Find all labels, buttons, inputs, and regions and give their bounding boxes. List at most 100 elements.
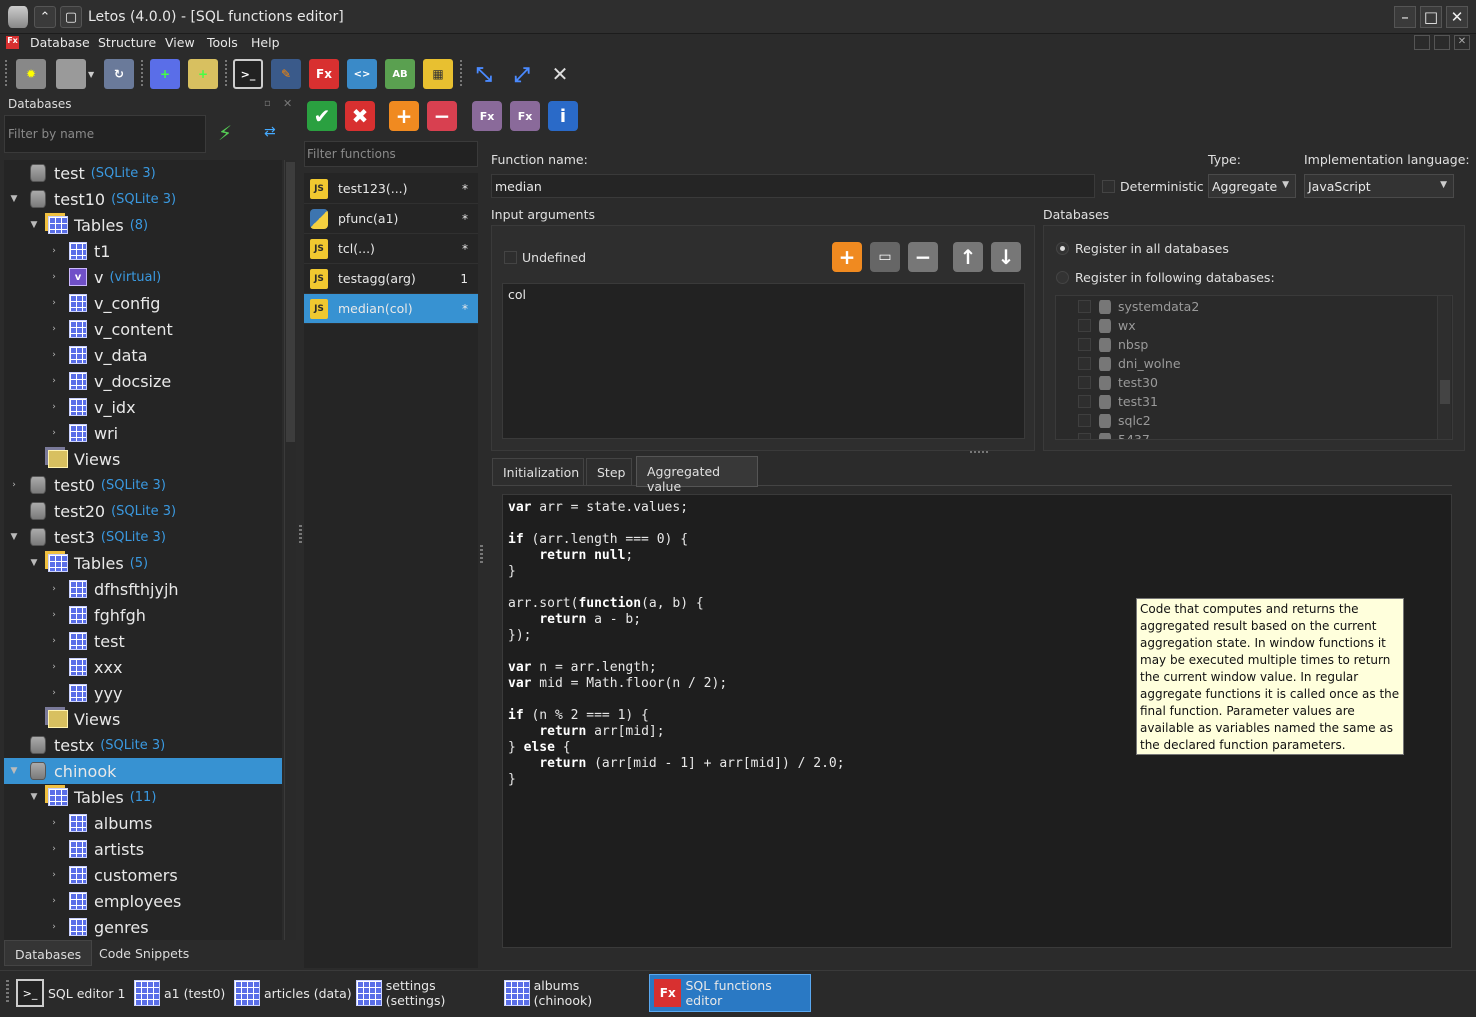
- taskbar-item[interactable]: settings (settings): [352, 974, 498, 1012]
- scrollbar-thumb[interactable]: [286, 162, 295, 442]
- mdi-close-button[interactable]: ✕: [1454, 35, 1470, 50]
- database-checkbox[interactable]: [1078, 300, 1091, 313]
- tree-item-tables[interactable]: ▼ Tables (8): [4, 212, 282, 238]
- maximize-button[interactable]: □: [1420, 6, 1442, 28]
- database-checkbox[interactable]: [1078, 433, 1091, 439]
- tree-item-table[interactable]: › dfhsfthjyjh: [4, 576, 282, 602]
- refresh-db-icon[interactable]: ↻: [104, 59, 134, 89]
- edit-argument-icon[interactable]: ▭: [870, 242, 900, 272]
- database-checklist-item[interactable]: wx: [1056, 318, 1136, 333]
- chevron-right-icon[interactable]: ›: [48, 246, 60, 256]
- move-up-icon[interactable]: ↑: [953, 242, 983, 272]
- splitter-handle[interactable]: [480, 545, 483, 565]
- tree-item-table[interactable]: › genres: [4, 914, 282, 940]
- tree-item-tables[interactable]: ▼ Tables (11): [4, 784, 282, 810]
- chevron-right-icon[interactable]: ›: [48, 376, 60, 386]
- tree-item-db[interactable]: › test0 (SQLite 3): [4, 472, 282, 498]
- chevron-down-icon[interactable]: ▼: [28, 792, 40, 802]
- chevron-right-icon[interactable]: ›: [8, 480, 20, 490]
- splitter-handle[interactable]: [299, 525, 302, 545]
- database-checkbox[interactable]: [1078, 319, 1091, 332]
- chevron-down-icon[interactable]: ▼: [8, 532, 20, 542]
- add-index-icon[interactable]: +: [188, 59, 218, 89]
- tree-item-table[interactable]: › customers: [4, 862, 282, 888]
- menu-database[interactable]: Database: [30, 35, 90, 50]
- add-function-icon[interactable]: +: [389, 101, 419, 131]
- function-name-input[interactable]: median: [491, 174, 1095, 198]
- commit-icon[interactable]: ✔: [307, 101, 337, 131]
- chevron-down-icon[interactable]: ▼: [28, 558, 40, 568]
- tab-aggregated-value[interactable]: Aggregated value: [636, 456, 758, 494]
- tree-item-table[interactable]: › employees: [4, 888, 282, 914]
- function-list-item[interactable]: JS median(col) *: [304, 294, 478, 324]
- chevron-down-icon[interactable]: ▼: [28, 220, 40, 230]
- chevron-right-icon[interactable]: ›: [48, 662, 60, 672]
- function-list-item[interactable]: JS test123(...) *: [304, 174, 478, 204]
- scrollbar-thumb[interactable]: [1440, 380, 1450, 404]
- tree-item-db[interactable]: test (SQLite 3): [4, 160, 282, 186]
- chevron-up-icon[interactable]: ⌃: [34, 6, 56, 28]
- chevron-down-icon[interactable]: ▼: [8, 194, 20, 204]
- tree-item-db[interactable]: test20 (SQLite 3): [4, 498, 282, 524]
- close-button[interactable]: ✕: [1446, 6, 1468, 28]
- tree-item-table[interactable]: › xxx: [4, 654, 282, 680]
- tree-item-view[interactable]: › v v (virtual): [4, 264, 282, 290]
- taskbar-item[interactable]: articles (data): [230, 974, 352, 1012]
- database-checklist-item[interactable]: sqlc2: [1056, 413, 1151, 428]
- database-checklist-item[interactable]: nbsp: [1056, 337, 1148, 352]
- delete-function-icon[interactable]: −: [427, 101, 457, 131]
- chevron-right-icon[interactable]: ›: [48, 922, 60, 932]
- calendar-icon[interactable]: ▦: [423, 59, 453, 89]
- database-checkbox[interactable]: [1078, 414, 1091, 427]
- database-checklist-item[interactable]: test31: [1056, 394, 1158, 409]
- database-checkbox[interactable]: [1078, 376, 1091, 389]
- taskbar-item[interactable]: >_ SQL editor 1: [12, 974, 130, 1012]
- tree-item-tables[interactable]: ▼ Tables (5): [4, 550, 282, 576]
- tree-item-table[interactable]: › fghfgh: [4, 602, 282, 628]
- restore-icon[interactable]: ▢: [60, 6, 82, 28]
- tree-item-table[interactable]: › yyy: [4, 680, 282, 706]
- splitter-handle[interactable]: [970, 451, 990, 453]
- database-filter-input[interactable]: Filter by name: [4, 115, 206, 153]
- tree-item-table[interactable]: › v_content: [4, 316, 282, 342]
- register-all-radio[interactable]: [1056, 242, 1069, 255]
- chevron-right-icon[interactable]: ›: [48, 272, 60, 282]
- argument-item[interactable]: col: [508, 287, 526, 302]
- rollback-icon[interactable]: ✖: [345, 101, 375, 131]
- add-table-icon[interactable]: +: [150, 59, 180, 89]
- chevron-right-icon[interactable]: ›: [48, 636, 60, 646]
- chevron-right-icon[interactable]: ›: [48, 298, 60, 308]
- tab-step[interactable]: Step: [586, 458, 632, 486]
- sql-editor-icon[interactable]: >_: [233, 59, 263, 89]
- code-icon[interactable]: <>: [347, 59, 377, 89]
- tree-item-db[interactable]: ▼ test10 (SQLite 3): [4, 186, 282, 212]
- database-list-scrollbar[interactable]: [1437, 296, 1451, 439]
- tree-item-table[interactable]: › v_idx: [4, 394, 282, 420]
- tree-item-views[interactable]: Views: [4, 706, 282, 732]
- database-checkbox[interactable]: [1078, 357, 1091, 370]
- float-panel-icon[interactable]: ▫: [264, 98, 271, 109]
- edit-icon[interactable]: ✎: [271, 59, 301, 89]
- database-checklist-item[interactable]: systemdata2: [1056, 299, 1199, 314]
- tree-item-db[interactable]: testx (SQLite 3): [4, 732, 282, 758]
- remove-all-functions-icon[interactable]: Fx: [472, 101, 502, 131]
- menu-view[interactable]: View: [165, 35, 195, 50]
- remove-selected-functions-icon[interactable]: Fx: [510, 101, 540, 131]
- database-checklist-item[interactable]: 5437: [1056, 432, 1150, 439]
- collation-icon[interactable]: AB: [385, 59, 415, 89]
- function-list-item[interactable]: JS tcl(...) *: [304, 234, 478, 264]
- chevron-right-icon[interactable]: ›: [48, 844, 60, 854]
- tree-item-table[interactable]: › wri: [4, 420, 282, 446]
- tree-item-table[interactable]: › v_config: [4, 290, 282, 316]
- menu-help[interactable]: Help: [251, 35, 280, 50]
- register-following-radio[interactable]: [1056, 271, 1069, 284]
- chevron-right-icon[interactable]: ›: [48, 688, 60, 698]
- tree-item-table[interactable]: › artists: [4, 836, 282, 862]
- function-list-item[interactable]: JS testagg(arg) 1: [304, 264, 478, 294]
- tools-icon[interactable]: ✕: [545, 59, 575, 89]
- deterministic-checkbox[interactable]: [1102, 180, 1115, 193]
- tree-item-table[interactable]: › v_docsize: [4, 368, 282, 394]
- close-panel-icon[interactable]: ✕: [283, 97, 292, 110]
- chevron-right-icon[interactable]: ›: [48, 350, 60, 360]
- chevron-right-icon[interactable]: ›: [48, 584, 60, 594]
